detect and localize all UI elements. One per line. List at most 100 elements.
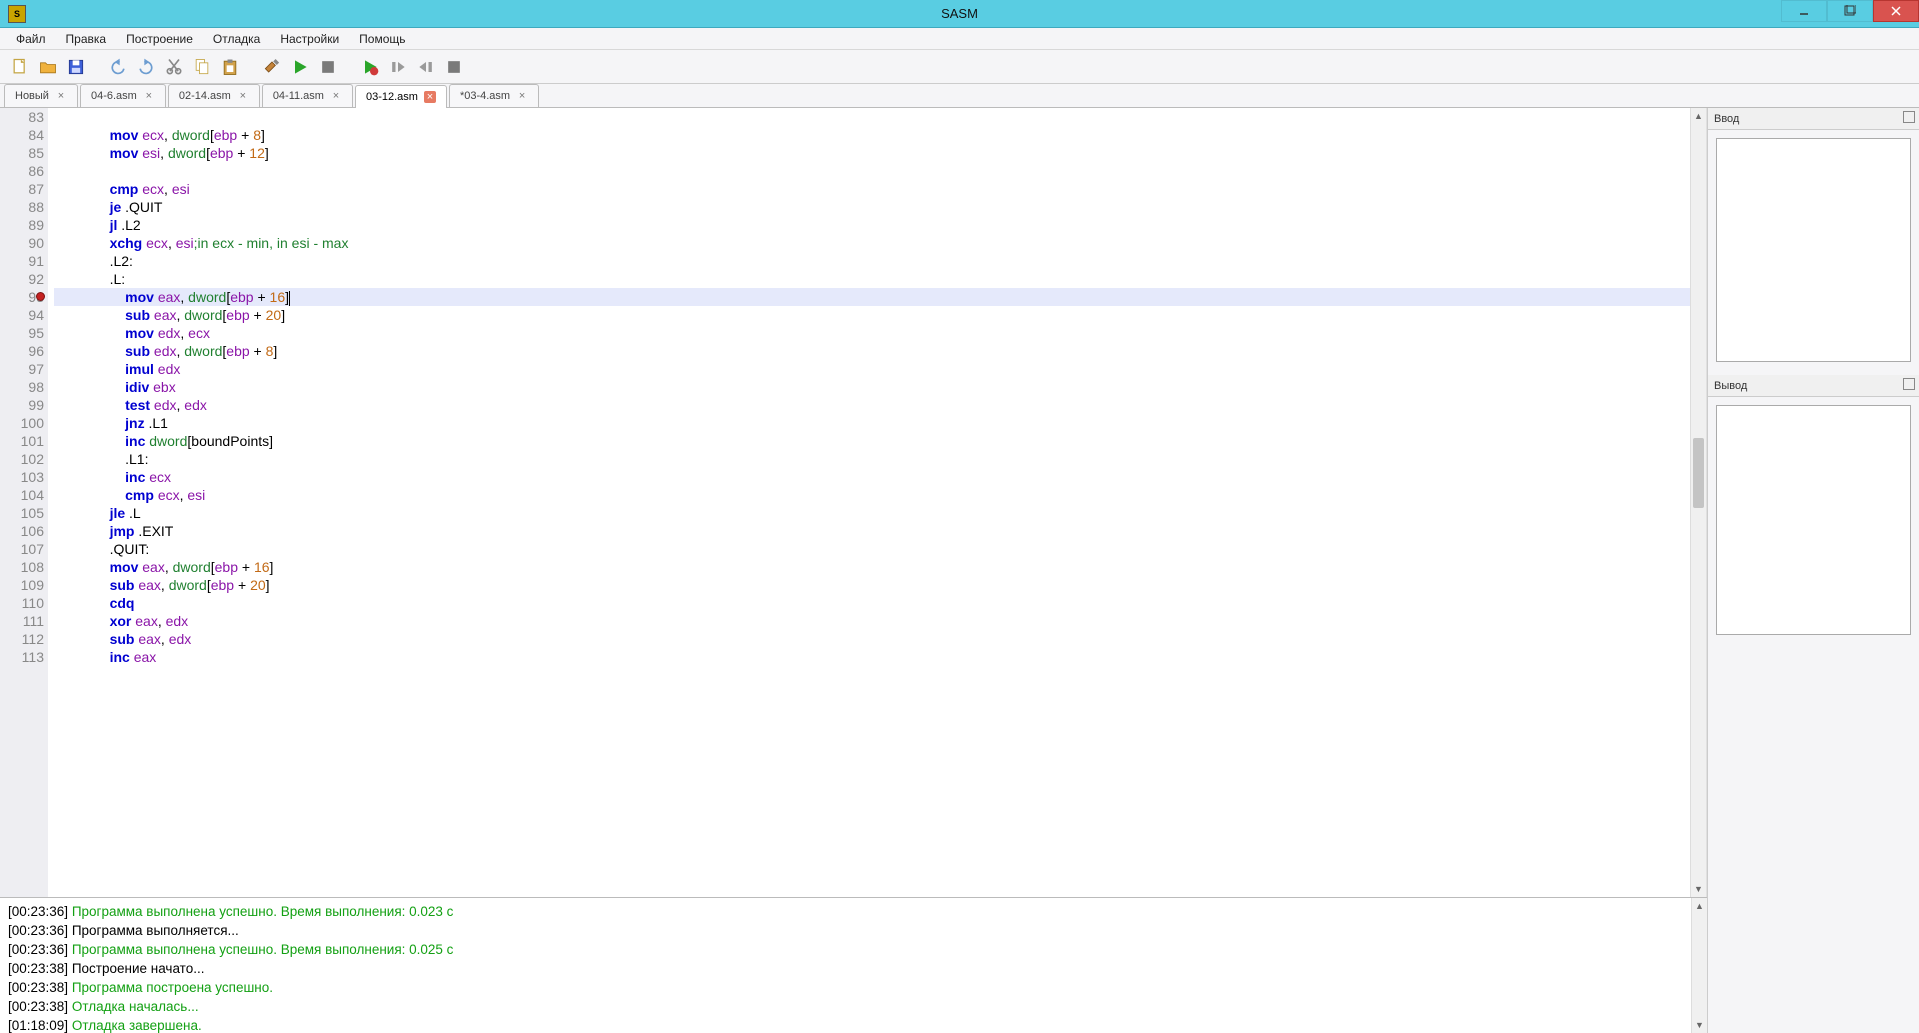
code-line[interactable]: sub eax, dword[ebp + 20] <box>54 306 1690 324</box>
code-line[interactable] <box>54 162 1690 180</box>
panel-float-icon[interactable] <box>1903 111 1915 123</box>
tab-close-icon[interactable]: × <box>330 90 342 102</box>
log-scrollbar[interactable]: ▲ ▼ <box>1691 898 1707 1033</box>
line-number[interactable]: 108 <box>0 558 44 576</box>
build-icon[interactable] <box>260 55 284 79</box>
line-number[interactable]: 107 <box>0 540 44 558</box>
line-number[interactable]: 87 <box>0 180 44 198</box>
menu-отладка[interactable]: Отладка <box>203 30 270 48</box>
tab-close-icon[interactable]: × <box>516 90 528 102</box>
tab------[interactable]: Новый× <box>4 84 78 107</box>
minimize-button[interactable] <box>1781 0 1827 22</box>
continue-icon[interactable] <box>442 55 466 79</box>
code-line[interactable]: .L2: <box>54 252 1690 270</box>
tab-03-12-asm[interactable]: 03-12.asm× <box>355 85 447 108</box>
code-line[interactable]: inc dword[boundPoints] <box>54 432 1690 450</box>
line-number[interactable]: 93 <box>0 288 44 306</box>
scroll-up-icon[interactable]: ▲ <box>1692 898 1707 914</box>
input-panel-header[interactable]: Ввод <box>1708 108 1919 130</box>
code-line[interactable]: cdq <box>54 594 1690 612</box>
undo-icon[interactable] <box>106 55 130 79</box>
menu-файл[interactable]: Файл <box>6 30 56 48</box>
code-line[interactable]: sub eax, dword[ebp + 20] <box>54 576 1690 594</box>
menu-настройки[interactable]: Настройки <box>270 30 349 48</box>
line-number[interactable]: 88 <box>0 198 44 216</box>
line-number[interactable]: 111 <box>0 612 44 630</box>
input-textarea[interactable] <box>1716 138 1911 362</box>
code-line[interactable]: test edx, edx <box>54 396 1690 414</box>
tab-close-icon[interactable]: × <box>424 91 436 103</box>
line-number[interactable]: 109 <box>0 576 44 594</box>
tab--03-4-asm[interactable]: *03-4.asm× <box>449 84 539 107</box>
open-file-icon[interactable] <box>36 55 60 79</box>
breakpoint-icon[interactable] <box>36 292 45 301</box>
code-line[interactable]: jle .L <box>54 504 1690 522</box>
paste-icon[interactable] <box>218 55 242 79</box>
line-number[interactable]: 84 <box>0 126 44 144</box>
line-number[interactable]: 90 <box>0 234 44 252</box>
log-panel[interactable]: [00:23:36] Программа выполнена успешно. … <box>0 897 1707 1033</box>
step-out-icon[interactable] <box>414 55 438 79</box>
code-line[interactable]: .L1: <box>54 450 1690 468</box>
menu-построение[interactable]: Построение <box>116 30 203 48</box>
line-number[interactable]: 105 <box>0 504 44 522</box>
line-number[interactable]: 104 <box>0 486 44 504</box>
output-textarea[interactable] <box>1716 405 1911 635</box>
scroll-down-icon[interactable]: ▼ <box>1692 1017 1707 1033</box>
code-line[interactable]: inc eax <box>54 648 1690 666</box>
code-line[interactable]: .QUIT: <box>54 540 1690 558</box>
run-icon[interactable] <box>288 55 312 79</box>
code-line[interactable]: imul edx <box>54 360 1690 378</box>
maximize-button[interactable] <box>1827 0 1873 22</box>
scroll-up-icon[interactable]: ▲ <box>1691 108 1706 124</box>
line-number[interactable]: 100 <box>0 414 44 432</box>
code-line[interactable]: xor eax, edx <box>54 612 1690 630</box>
line-number[interactable]: 101 <box>0 432 44 450</box>
line-number[interactable]: 98 <box>0 378 44 396</box>
line-number[interactable]: 102 <box>0 450 44 468</box>
output-panel-header[interactable]: Вывод <box>1708 375 1919 397</box>
code-line[interactable]: sub eax, edx <box>54 630 1690 648</box>
line-number[interactable]: 96 <box>0 342 44 360</box>
code-line[interactable]: jl .L2 <box>54 216 1690 234</box>
debug-icon[interactable] <box>358 55 382 79</box>
tab-04-6-asm[interactable]: 04-6.asm× <box>80 84 166 107</box>
line-number[interactable]: 103 <box>0 468 44 486</box>
scroll-thumb[interactable] <box>1693 438 1704 508</box>
panel-float-icon[interactable] <box>1903 378 1915 390</box>
editor-scrollbar[interactable]: ▲ ▼ <box>1690 108 1706 897</box>
line-number[interactable]: 97 <box>0 360 44 378</box>
line-number[interactable]: 113 <box>0 648 44 666</box>
cut-icon[interactable] <box>162 55 186 79</box>
code-line[interactable]: je .QUIT <box>54 198 1690 216</box>
line-number[interactable]: 86 <box>0 162 44 180</box>
code-line[interactable]: cmp ecx, esi <box>54 180 1690 198</box>
line-number[interactable]: 95 <box>0 324 44 342</box>
menu-помощь[interactable]: Помощь <box>349 30 415 48</box>
code-line[interactable]: .L: <box>54 270 1690 288</box>
code-line[interactable]: mov ecx, dword[ebp + 8] <box>54 126 1690 144</box>
code-line[interactable]: mov edx, ecx <box>54 324 1690 342</box>
line-number[interactable]: 110 <box>0 594 44 612</box>
redo-icon[interactable] <box>134 55 158 79</box>
code-line[interactable]: inc ecx <box>54 468 1690 486</box>
code-line[interactable]: mov eax, dword[ebp + 16] <box>54 288 1690 306</box>
menu-правка[interactable]: Правка <box>56 30 117 48</box>
editor-code[interactable]: mov ecx, dword[ebp + 8] mov esi, dword[e… <box>48 108 1690 897</box>
line-number[interactable]: 85 <box>0 144 44 162</box>
code-line[interactable]: mov eax, dword[ebp + 16] <box>54 558 1690 576</box>
line-number[interactable]: 112 <box>0 630 44 648</box>
line-number[interactable]: 99 <box>0 396 44 414</box>
code-line[interactable]: jmp .EXIT <box>54 522 1690 540</box>
tab-04-11-asm[interactable]: 04-11.asm× <box>262 84 353 107</box>
stop-icon[interactable] <box>316 55 340 79</box>
code-line[interactable]: idiv ebx <box>54 378 1690 396</box>
code-line[interactable]: mov esi, dword[ebp + 12] <box>54 144 1690 162</box>
line-number[interactable]: 91 <box>0 252 44 270</box>
tab-close-icon[interactable]: × <box>237 90 249 102</box>
tab-close-icon[interactable]: × <box>55 90 67 102</box>
save-icon[interactable] <box>64 55 88 79</box>
code-line[interactable] <box>54 108 1690 126</box>
code-line[interactable]: xchg ecx, esi;in ecx - min, in esi - max <box>54 234 1690 252</box>
tab-close-icon[interactable]: × <box>143 90 155 102</box>
